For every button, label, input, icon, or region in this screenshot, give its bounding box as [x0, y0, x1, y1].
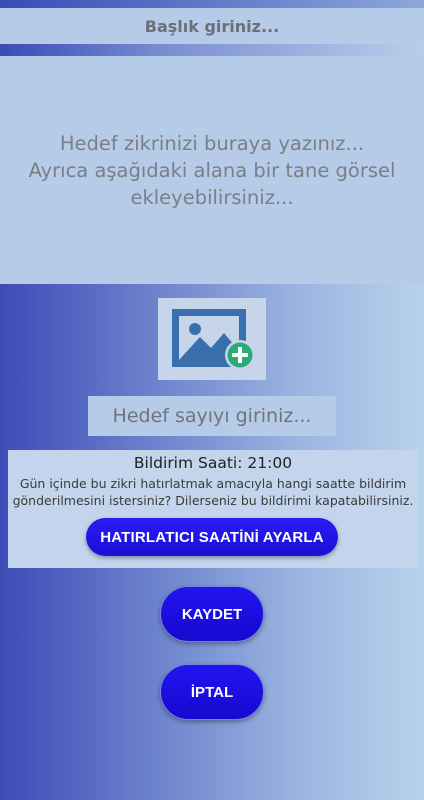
goal-text-input[interactable]: Hedef zikrinizi buraya yazınız... Ayrıca… — [0, 56, 424, 284]
reminder-description-line-1: Gün içinde bu zikri hatırlatmak amacıyla… — [19, 476, 407, 491]
title-divider — [0, 44, 424, 56]
reminder-time-label: Bildirim Saati: 21:00 — [133, 454, 293, 472]
reminder-description-line-2: gönderilmesini istersiniz? Dilerseniz bu… — [12, 493, 414, 508]
save-button[interactable]: KAYDET — [160, 586, 264, 642]
goal-text-placeholder: Hedef zikrinizi buraya yazınız... Ayrıca… — [29, 130, 396, 211]
title-input[interactable]: Başlık giriniz... — [0, 8, 424, 44]
set-reminder-time-button[interactable]: HATIRLATICI SAATİNİ AYARLA — [86, 518, 338, 556]
title-placeholder: Başlık giriniz... — [144, 16, 280, 36]
placeholder-line-2: Ayrıca aşağıdaki alana bir tane görsel — [28, 158, 396, 182]
placeholder-line-1: Hedef zikrinizi buraya yazınız... — [59, 131, 365, 155]
add-image-icon — [172, 309, 255, 370]
placeholder-line-3: ekleyebilirsiniz... — [130, 185, 294, 209]
target-count-input[interactable]: Hedef sayıyı giriniz... — [88, 396, 336, 436]
reminder-panel: Bildirim Saati: 21:00 Gün içinde bu zikr… — [8, 450, 418, 568]
image-picker-button[interactable] — [158, 298, 266, 380]
top-strip — [0, 0, 424, 8]
target-count-placeholder: Hedef sayıyı giriniz... — [112, 405, 312, 427]
reminder-description: Gün içinde bu zikri hatırlatmak amacıyla… — [8, 475, 418, 509]
cancel-button[interactable]: İPTAL — [160, 664, 264, 720]
